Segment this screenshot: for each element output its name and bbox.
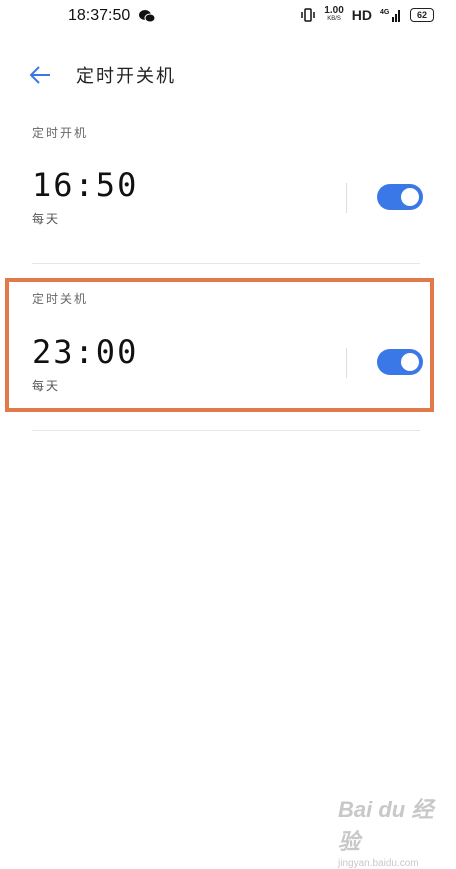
row-divider bbox=[32, 430, 420, 431]
network-label: 4G bbox=[380, 9, 390, 16]
battery-icon: 62 bbox=[410, 8, 434, 22]
page-title: 定时开关机 bbox=[76, 66, 176, 87]
back-arrow-icon[interactable] bbox=[28, 64, 52, 86]
signal-icon: 4G bbox=[380, 9, 400, 22]
status-icons: 1.00 KB/S HD 4G 62 bbox=[300, 6, 434, 24]
net-speed: 1.00 KB/S bbox=[324, 6, 343, 24]
power-on-section: 定时开机 bbox=[32, 124, 424, 141]
vibrate-icon bbox=[301, 8, 316, 22]
power-on-row[interactable]: 16:50 每天 bbox=[32, 166, 424, 227]
power-on-time[interactable]: 16:50 bbox=[32, 166, 424, 204]
toggle-knob bbox=[401, 188, 419, 206]
power-on-label: 定时开机 bbox=[32, 126, 89, 140]
watermark-url: jingyan.baidu.com bbox=[338, 858, 419, 869]
power-on-toggle[interactable] bbox=[377, 184, 423, 210]
header: 定时开关机 bbox=[0, 58, 456, 94]
divider bbox=[346, 183, 347, 213]
status-time: 18:37:50 bbox=[68, 7, 131, 24]
watermark-logo: Bai du 经验 bbox=[338, 797, 434, 854]
net-speed-value: 1.00 bbox=[324, 5, 344, 16]
wechat-icon bbox=[139, 10, 156, 23]
hd-label: HD bbox=[351, 7, 372, 23]
status-bar: 18:37:50 1.00 KB/S HD 4G 62 bbox=[0, 0, 456, 34]
net-speed-unit: KB/S bbox=[327, 16, 341, 22]
highlight-box bbox=[5, 278, 434, 412]
row-divider bbox=[32, 263, 420, 264]
power-on-repeat: 每天 bbox=[32, 212, 61, 226]
watermark: Bai du 经验 jingyan.baidu.com bbox=[338, 792, 450, 869]
